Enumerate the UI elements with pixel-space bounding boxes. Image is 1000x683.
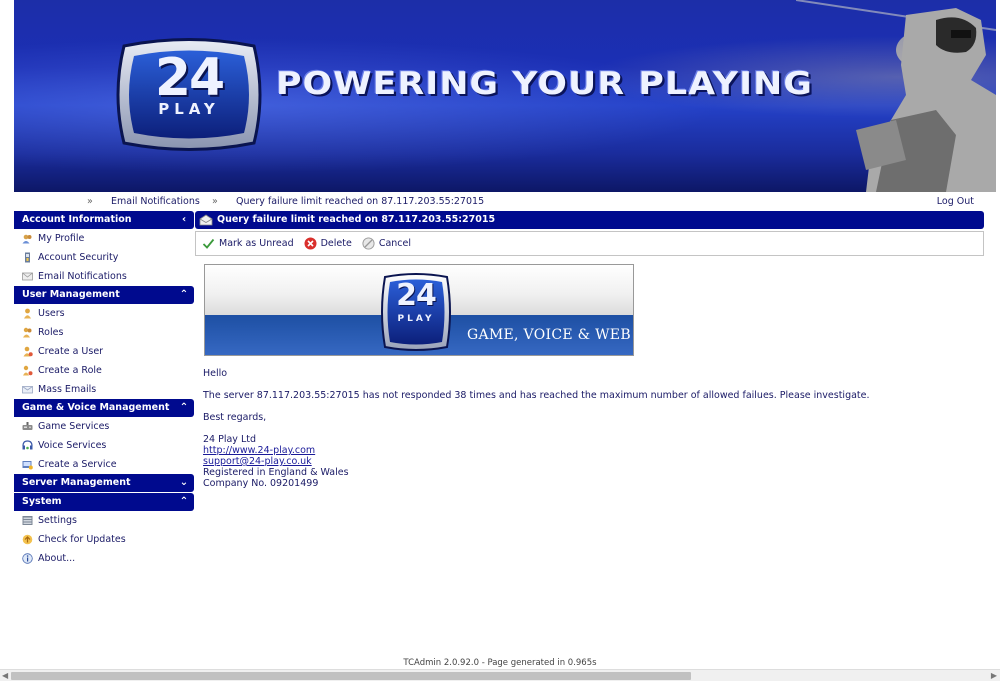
section-server-management[interactable]: Server Management ⌄ <box>14 474 194 492</box>
checkmark-icon <box>202 237 215 250</box>
message-toolbar: Mark as Unread Delete Cancel <box>195 231 984 256</box>
roles-icon <box>22 327 33 338</box>
sidebar-item-my-profile[interactable]: My Profile <box>14 229 194 248</box>
company-number: Company No. 09201499 <box>203 478 319 489</box>
delete-icon <box>304 237 317 250</box>
sidebar-item-create-user[interactable]: Create a User <box>14 342 194 361</box>
chevron-left-icon[interactable]: ‹ <box>178 211 190 229</box>
sidebar-item-label: Mass Emails <box>38 384 97 395</box>
body-text: The server 87.117.203.55:27015 has not r… <box>203 390 870 401</box>
sidebar-item-check-updates[interactable]: Check for Updates <box>14 530 194 549</box>
sidebar-item-label: About... <box>38 553 76 564</box>
create-user-icon <box>22 346 33 357</box>
section-title: User Management <box>22 289 120 300</box>
section-title: System <box>22 496 62 507</box>
profile-icon <box>22 233 33 244</box>
security-icon <box>22 252 33 263</box>
logo-number: 24 <box>154 48 225 108</box>
section-system[interactable]: System ⌃ <box>14 493 194 511</box>
cancel-label: Cancel <box>378 238 412 249</box>
sidebar-item-label: Roles <box>38 327 64 338</box>
sidebar-item-label: Email Notifications <box>38 271 127 282</box>
sidebar-item-email-notifications[interactable]: Email Notifications <box>14 267 194 286</box>
sidebar-item-users[interactable]: Users <box>14 304 194 323</box>
scroll-right-icon[interactable]: ▶ <box>991 671 997 680</box>
greeting: Hello <box>203 368 228 379</box>
website-link[interactable]: http://www.24-play.com <box>203 445 315 456</box>
chevron-up-icon[interactable]: ⌃ <box>178 493 190 511</box>
email-icon <box>22 271 33 282</box>
create-service-icon <box>22 459 33 470</box>
game-services-icon <box>22 421 33 432</box>
section-title: Game & Voice Management <box>22 402 170 413</box>
small-logo-number: 24 <box>396 278 437 313</box>
breadcrumb-email-notifications[interactable]: Email Notifications <box>111 196 200 207</box>
soldier-illustration <box>796 0 996 192</box>
chevron-up-icon[interactable]: ⌃ <box>178 399 190 417</box>
horizontal-scrollbar[interactable]: ◀ ▶ <box>0 669 1000 681</box>
sidebar-item-label: Create a Role <box>38 365 102 376</box>
sidebar: Account Information ‹ My Profile Account… <box>14 211 194 568</box>
sidebar-item-label: Create a User <box>38 346 104 357</box>
about-icon <box>22 553 33 564</box>
header-banner: 24 PLAY POWERING YOUR PLAYING <box>14 0 996 192</box>
sidebar-item-label: Create a Service <box>38 459 117 470</box>
scrollbar-thumb[interactable] <box>11 672 691 680</box>
settings-icon <box>22 515 33 526</box>
sidebar-item-label: Users <box>38 308 65 319</box>
sidebar-item-label: Voice Services <box>38 440 107 451</box>
breadcrumb-separator: » <box>212 196 218 207</box>
registration-text: Registered in England & Wales <box>203 467 349 478</box>
section-title: Account Information <box>22 214 132 225</box>
scroll-left-icon[interactable]: ◀ <box>2 671 8 680</box>
sidebar-item-create-role[interactable]: Create a Role <box>14 361 194 380</box>
section-title: Server Management <box>22 477 131 488</box>
sidebar-item-label: My Profile <box>38 233 85 244</box>
breadcrumb-separator: » <box>87 196 93 207</box>
updates-icon <box>22 534 33 545</box>
sidebar-item-create-service[interactable]: Create a Service <box>14 455 194 474</box>
cancel-icon <box>362 237 375 250</box>
sidebar-item-label: Settings <box>38 515 77 526</box>
image-tagline: GAME, VOICE & WEB <box>467 327 631 343</box>
section-game-voice-management[interactable]: Game & Voice Management ⌃ <box>14 399 194 417</box>
users-icon <box>22 308 33 319</box>
sidebar-item-voice-services[interactable]: Voice Services <box>14 436 194 455</box>
delete-label: Delete <box>320 238 352 249</box>
email-header-image: 24 PLAY GAME, VOICE & WEB <box>204 264 634 356</box>
sidebar-item-about[interactable]: About... <box>14 549 194 568</box>
company-name: 24 Play Ltd <box>203 434 256 445</box>
cancel-button[interactable]: Cancel <box>362 237 411 250</box>
message-body: Hello The server 87.117.203.55:27015 has… <box>203 368 870 489</box>
mass-email-icon <box>22 384 33 395</box>
create-role-icon <box>22 365 33 376</box>
support-email-link[interactable]: support@24-play.co.uk <box>203 456 312 467</box>
sidebar-item-game-services[interactable]: Game Services <box>14 417 194 436</box>
sidebar-item-roles[interactable]: Roles <box>14 323 194 342</box>
voice-services-icon <box>22 440 33 451</box>
delete-button[interactable]: Delete <box>304 237 352 250</box>
footer-text: TCAdmin 2.0.92.0 - Page generated in 0.9… <box>403 658 597 668</box>
banner-slogan: POWERING YOUR PLAYING <box>276 66 813 102</box>
mark-unread-button[interactable]: Mark as Unread <box>202 237 294 250</box>
logout-link[interactable]: Log Out <box>937 196 974 207</box>
sidebar-item-label: Game Services <box>38 421 110 432</box>
top-bar: » Email Notifications » Query failure li… <box>14 194 996 209</box>
small-logo-word: PLAY <box>397 314 435 324</box>
mark-unread-label: Mark as Unread <box>219 238 294 249</box>
chevron-down-icon[interactable]: ⌄ <box>178 474 190 492</box>
message-header: Query failure limit reached on 87.117.20… <box>195 211 984 229</box>
section-user-management[interactable]: User Management ⌃ <box>14 286 194 304</box>
breadcrumb-current: Query failure limit reached on 87.117.20… <box>236 196 485 207</box>
signoff: Best regards, <box>203 412 267 423</box>
chevron-up-icon[interactable]: ⌃ <box>178 286 190 304</box>
sidebar-item-settings[interactable]: Settings <box>14 511 194 530</box>
section-account-information[interactable]: Account Information ‹ <box>14 211 194 229</box>
sidebar-item-account-security[interactable]: Account Security <box>14 248 194 267</box>
sidebar-item-label: Check for Updates <box>38 534 126 545</box>
sidebar-item-mass-emails[interactable]: Mass Emails <box>14 380 194 399</box>
message-title: Query failure limit reached on 87.117.20… <box>217 214 496 225</box>
sidebar-item-label: Account Security <box>38 252 119 263</box>
logo-word: PLAY <box>158 100 220 118</box>
